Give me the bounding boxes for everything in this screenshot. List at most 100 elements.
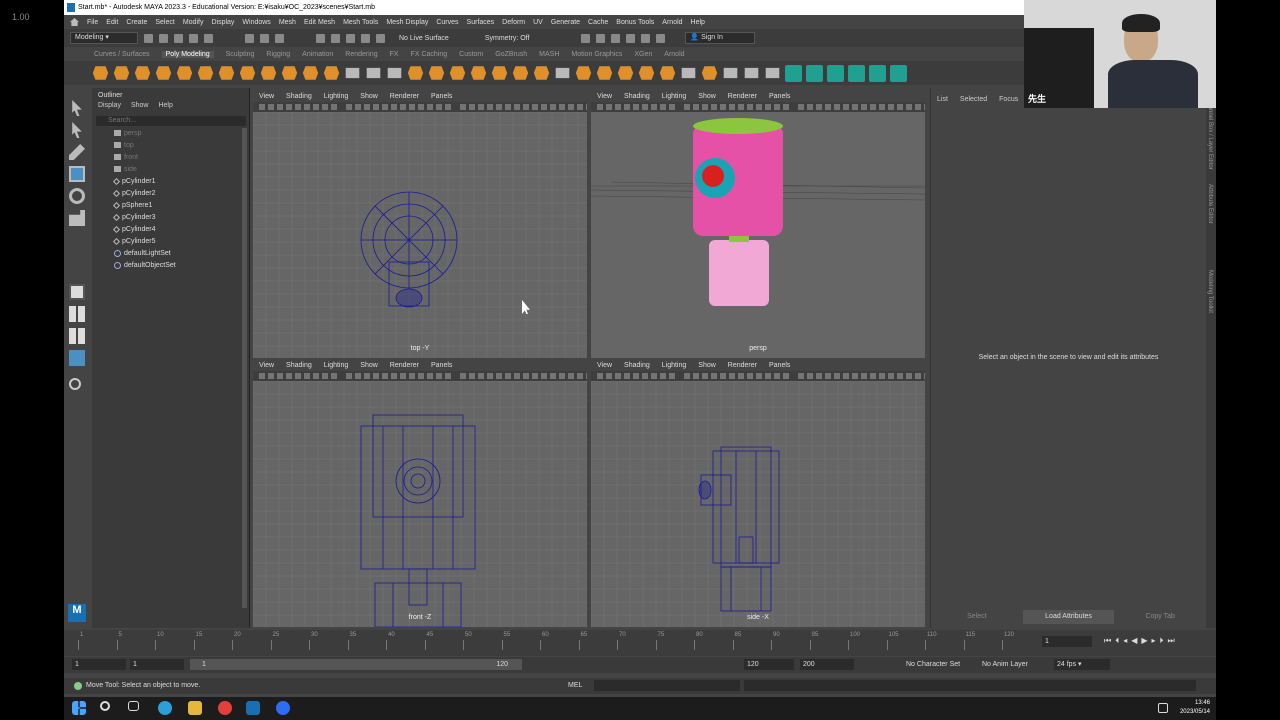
shelf-tab-custom[interactable]: Custom xyxy=(459,51,483,58)
hypershade-icon[interactable] xyxy=(641,33,651,43)
menu-arnold[interactable]: Arnold xyxy=(662,19,682,26)
viewport-tool-icon[interactable] xyxy=(436,104,442,110)
viewport-tool-icon[interactable] xyxy=(852,104,858,110)
viewport-tool-icon[interactable] xyxy=(514,104,520,110)
shelf-tab-rigging[interactable]: Rigging xyxy=(266,51,290,58)
viewport-menu-renderer[interactable]: Renderer xyxy=(390,92,419,102)
viewport-tool-icon[interactable] xyxy=(825,373,831,379)
viewport-tool-icon[interactable] xyxy=(684,104,690,110)
shelf-tab-xgen[interactable]: XGen xyxy=(634,51,652,58)
viewport-side[interactable]: View Shading Lighting Show Renderer Panels si… xyxy=(591,361,925,627)
viewport-tool-icon[interactable] xyxy=(693,104,699,110)
viewport-tool-icon[interactable] xyxy=(586,373,587,379)
viewport-tool-icon[interactable] xyxy=(765,373,771,379)
menu-curves[interactable]: Curves xyxy=(436,19,458,26)
viewport-tool-icon[interactable] xyxy=(702,104,708,110)
poly-sphere-icon[interactable] xyxy=(92,66,109,80)
viewport-tool-icon[interactable] xyxy=(879,373,885,379)
viewport-tool-icon[interactable] xyxy=(268,104,274,110)
viewport-menu-show[interactable]: Show xyxy=(698,92,716,102)
shelf-tab-gozbrush[interactable]: GoZBrush xyxy=(495,51,527,58)
viewport-tool-icon[interactable] xyxy=(693,373,699,379)
search-icon[interactable] xyxy=(100,701,110,711)
quad-draw-icon[interactable] xyxy=(617,66,634,80)
attr-tab-list[interactable]: List xyxy=(937,96,948,103)
viewport-tool-icon[interactable] xyxy=(834,373,840,379)
viewport-tool-icon[interactable] xyxy=(427,104,433,110)
viewport-tool-icon[interactable] xyxy=(906,373,912,379)
viewport-tool-icon[interactable] xyxy=(624,373,630,379)
extrude-icon[interactable] xyxy=(491,66,508,80)
mode-select[interactable]: Modeling ▾ xyxy=(70,32,138,44)
outliner-item[interactable]: persp xyxy=(114,128,142,140)
viewport-tool-icon[interactable] xyxy=(606,373,612,379)
range-end-field[interactable]: 200 xyxy=(800,659,854,670)
poly-cube-icon[interactable] xyxy=(113,66,130,80)
mel-input[interactable] xyxy=(594,680,740,691)
viewport-tool-icon[interactable] xyxy=(364,373,370,379)
poly-torus-icon[interactable] xyxy=(176,66,193,80)
viewport-menu-lighting[interactable]: Lighting xyxy=(662,92,687,102)
viewport-menu-view[interactable]: View xyxy=(259,92,274,102)
poly-pipe-icon[interactable] xyxy=(281,66,298,80)
viewport-tool-icon[interactable] xyxy=(577,104,583,110)
viewport-tool-icon[interactable] xyxy=(843,373,849,379)
viewport-menu-renderer[interactable]: Renderer xyxy=(728,361,757,371)
rotate-tool[interactable] xyxy=(69,188,85,204)
select-tool[interactable] xyxy=(69,100,85,116)
viewport-tool-icon[interactable] xyxy=(586,104,587,110)
shelf-tab-curves-surfaces[interactable]: Curves / Surfaces xyxy=(94,51,150,58)
poly-cylinder-icon[interactable] xyxy=(134,66,151,80)
select-by-component-icon[interactable] xyxy=(275,33,284,43)
range-start-inner-field[interactable]: 1 xyxy=(130,659,184,670)
combine-icon[interactable] xyxy=(387,67,402,79)
poly-type-icon[interactable] xyxy=(302,66,319,80)
viewport-menu-view[interactable]: View xyxy=(597,92,612,102)
viewport-tool-icon[interactable] xyxy=(765,104,771,110)
attr-tab-focus[interactable]: Focus xyxy=(999,96,1018,103)
viewport-menu-view[interactable]: View xyxy=(259,361,274,371)
viewport-tool-icon[interactable] xyxy=(738,373,744,379)
viewport-menu-show[interactable]: Show xyxy=(360,361,378,371)
viewport-tool-icon[interactable] xyxy=(756,104,762,110)
viewport-tool-icon[interactable] xyxy=(295,104,301,110)
spherical-mapping-icon[interactable] xyxy=(827,64,844,82)
viewport-tool-icon[interactable] xyxy=(642,104,648,110)
shelf-tab-poly-modeling[interactable]: Poly Modeling xyxy=(161,51,214,58)
task-view-icon[interactable] xyxy=(128,701,139,711)
viewport-menu-panels[interactable]: Panels xyxy=(769,361,790,371)
play-forward-icon[interactable]: ▶ xyxy=(1141,636,1147,646)
viewport-tool-icon[interactable] xyxy=(783,373,789,379)
bool-union-icon[interactable] xyxy=(449,66,466,80)
viewport-tool-icon[interactable] xyxy=(843,104,849,110)
anim-layer-select[interactable]: No Anim Layer xyxy=(982,661,1028,668)
viewport-tool-icon[interactable] xyxy=(304,373,310,379)
shelf-tab-rendering[interactable]: Rendering xyxy=(345,51,377,58)
viewport-tool-icon[interactable] xyxy=(346,104,352,110)
redo-icon[interactable] xyxy=(204,33,213,43)
svg-icon[interactable] xyxy=(323,66,340,80)
step-back-frame-icon[interactable]: ◂ xyxy=(1123,636,1127,646)
viewport-tool-icon[interactable] xyxy=(720,373,726,379)
poly-pyramid-icon[interactable] xyxy=(260,66,277,80)
viewport-tool-icon[interactable] xyxy=(331,104,337,110)
play-back-icon[interactable]: ◀ xyxy=(1131,636,1137,646)
current-frame-field[interactable]: 1 xyxy=(1042,636,1092,647)
viewport-tool-icon[interactable] xyxy=(897,104,903,110)
outliner-item[interactable]: top xyxy=(114,140,134,152)
search-tool[interactable] xyxy=(69,378,85,394)
bevel-icon[interactable] xyxy=(533,66,550,80)
select-by-object-icon[interactable] xyxy=(260,33,269,43)
attr-tab-selected[interactable]: Selected xyxy=(960,96,987,103)
viewport-tool-icon[interactable] xyxy=(615,373,621,379)
insert-edge-loop-icon[interactable] xyxy=(765,67,780,79)
shelf-tab-mash[interactable]: MASH xyxy=(539,51,559,58)
script-language-label[interactable]: MEL xyxy=(568,682,582,689)
render-settings-icon[interactable] xyxy=(626,33,636,43)
menu-generate[interactable]: Generate xyxy=(551,19,580,26)
side-tab-attribute-editor[interactable]: Attribute Editor xyxy=(1207,184,1213,224)
snap-view-icon[interactable] xyxy=(376,33,385,43)
viewport-tool-icon[interactable] xyxy=(924,373,925,379)
viewport-tool-icon[interactable] xyxy=(597,104,603,110)
viewport-menu-lighting[interactable]: Lighting xyxy=(324,361,349,371)
